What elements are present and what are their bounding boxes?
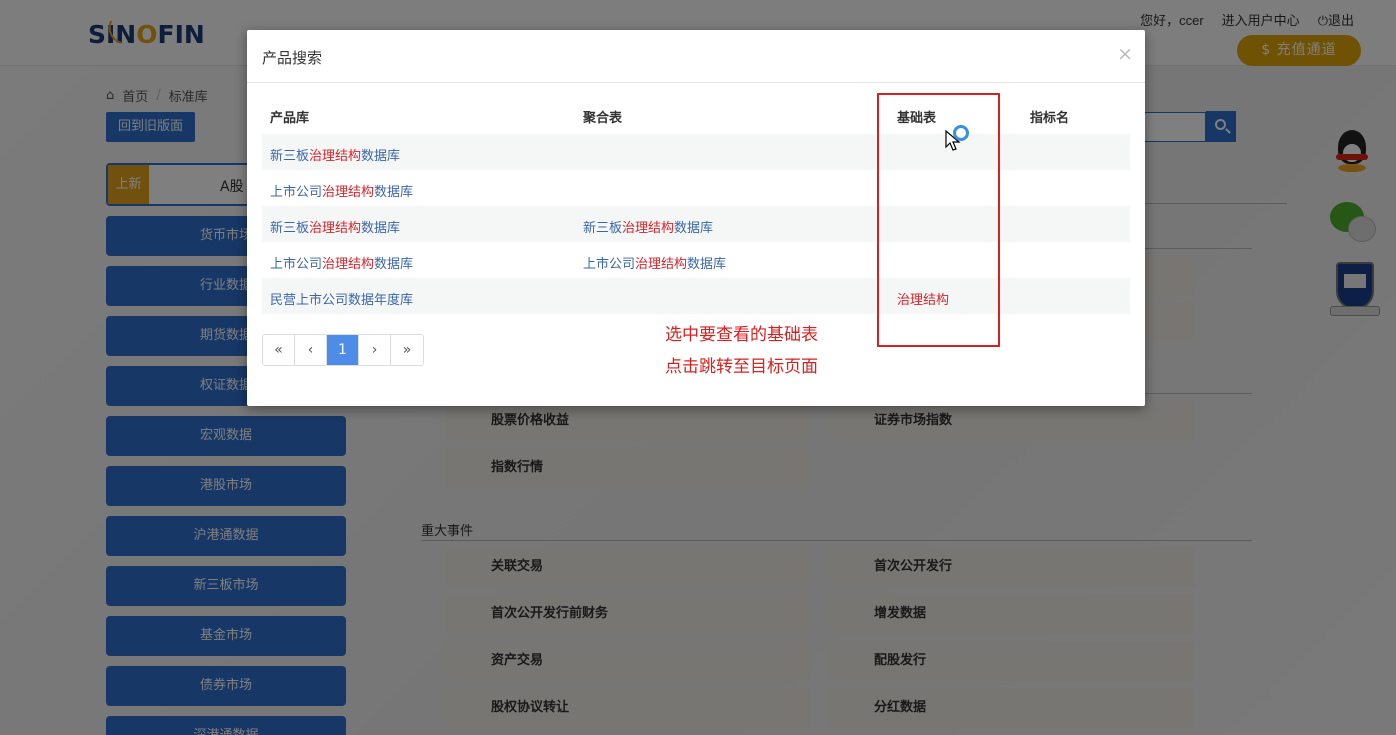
text: 上市公司 <box>270 257 323 272</box>
text: 数据库 <box>674 221 714 236</box>
column-header-product-lib: 产品库 <box>270 111 310 126</box>
column-header-indicator: 指标名 <box>1030 111 1070 126</box>
highlight: 治理结构 <box>635 257 688 272</box>
highlight: 治理结构 <box>622 221 675 236</box>
text: 新三板 <box>583 221 623 236</box>
text: 数据库 <box>361 221 401 236</box>
text: 上市公司 <box>583 257 636 272</box>
text: 新三板 <box>270 221 310 236</box>
product-search-modal: 产品搜索 × 产品库 聚合表 基础表 指标名 新三板治理结构数据库 上市公司治理… <box>247 30 1145 406</box>
pager-next[interactable]: › <box>359 335 391 365</box>
product-lib-link[interactable]: 民营上市公司数据年度库 <box>270 289 413 308</box>
column-header-aggregate-table: 聚合表 <box>583 111 623 126</box>
aggregate-table-link[interactable]: 上市公司治理结构数据库 <box>583 253 726 272</box>
highlight: 治理结构 <box>309 149 362 164</box>
close-icon[interactable]: × <box>1117 44 1133 64</box>
highlight: 治理结构 <box>322 257 375 272</box>
pagination: « ‹ 1 › » <box>262 334 424 366</box>
pager-page-1[interactable]: 1 <box>327 335 359 365</box>
highlight: 治理结构 <box>322 185 375 200</box>
text: 数据库 <box>687 257 727 272</box>
annotation-text-1: 选中要查看的基础表 <box>665 325 818 345</box>
loading-spinner-icon <box>953 125 969 141</box>
annotation-highlight-box <box>877 93 1000 347</box>
modal-title: 产品搜索 <box>262 49 323 67</box>
text: 上市公司 <box>270 185 323 200</box>
text: 数据库 <box>374 257 414 272</box>
text: 新三板 <box>270 149 310 164</box>
product-lib-link[interactable]: 上市公司治理结构数据库 <box>270 181 413 200</box>
modal-header: 产品搜索 × <box>247 30 1145 83</box>
pager-first[interactable]: « <box>263 335 295 365</box>
annotation-text-2: 点击跳转至目标页面 <box>665 357 818 377</box>
product-lib-link[interactable]: 新三板治理结构数据库 <box>270 145 400 164</box>
text: 数据库 <box>374 185 414 200</box>
pager-prev[interactable]: ‹ <box>295 335 327 365</box>
aggregate-table-link[interactable]: 新三板治理结构数据库 <box>583 217 713 236</box>
product-lib-link[interactable]: 新三板治理结构数据库 <box>270 217 400 236</box>
product-lib-link[interactable]: 上市公司治理结构数据库 <box>270 253 413 272</box>
highlight: 治理结构 <box>309 221 362 236</box>
pager-last[interactable]: » <box>391 335 423 365</box>
text: 数据库 <box>361 149 401 164</box>
